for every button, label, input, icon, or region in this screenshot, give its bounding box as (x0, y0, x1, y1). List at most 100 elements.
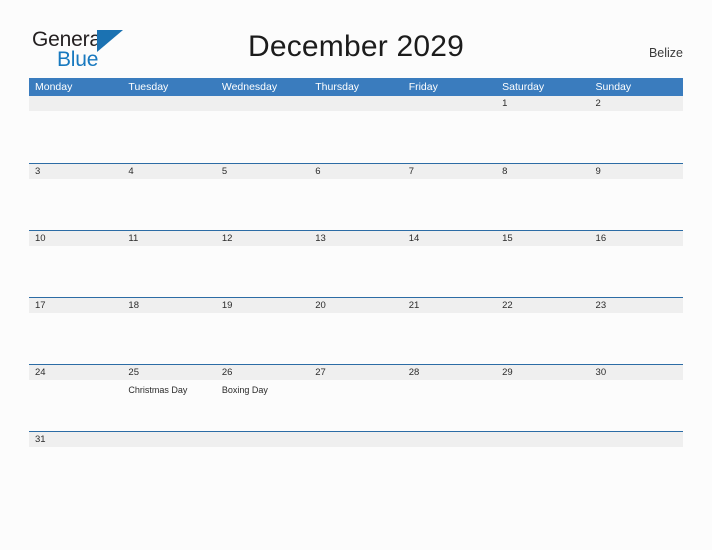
day-event-label: Boxing Day (221, 385, 268, 395)
day-number: 25 (128, 367, 139, 378)
calendar-day-cell[interactable]: 7 (403, 164, 496, 179)
calendar-day-cell[interactable]: 22 (496, 298, 589, 313)
calendar-day-cell[interactable]: 16 (590, 231, 683, 246)
calendar-day-cell[interactable] (403, 432, 496, 447)
weekday-header-friday: Friday (408, 81, 438, 93)
page-header: General Blue December 2029 Belize (0, 0, 712, 76)
calendar-day-cell[interactable]: 21 (403, 298, 496, 313)
calendar-day-cell[interactable]: 24 (29, 365, 122, 398)
day-number: 7 (408, 166, 414, 177)
day-number (596, 432, 683, 447)
calendar-day-cell[interactable]: 12 (216, 231, 309, 246)
calendar-day-cell[interactable]: 31 (29, 432, 122, 447)
calendar-day-cell[interactable] (29, 96, 122, 111)
page-title: December 2029 (247, 30, 465, 63)
day-number (502, 432, 589, 447)
calendar-day-cell[interactable]: 1 (496, 96, 589, 111)
calendar-day-cell[interactable]: 13 (309, 231, 402, 246)
day-number (128, 96, 215, 111)
day-number (315, 96, 402, 111)
calendar-day-cell[interactable]: 8 (496, 164, 589, 179)
day-number (222, 432, 309, 447)
day-number: 2 (595, 98, 601, 109)
region-label: Belize (648, 46, 683, 60)
calendar-day-cell[interactable]: 11 (122, 231, 215, 246)
day-number (128, 432, 215, 447)
day-number (409, 96, 496, 111)
calendar-week-row: 24 25 Christmas Day 26 Boxing Day 27 28 … (29, 364, 683, 431)
weekday-header-saturday: Saturday (502, 81, 545, 93)
day-number: 1 (502, 98, 508, 109)
day-number (315, 432, 402, 447)
day-number: 31 (35, 434, 46, 445)
calendar-day-cell[interactable]: 23 (590, 298, 683, 313)
calendar-day-cell[interactable] (122, 96, 215, 111)
calendar-day-cell[interactable]: 9 (590, 164, 683, 179)
calendar-day-cell[interactable]: 20 (309, 298, 402, 313)
day-number: 28 (408, 367, 420, 378)
calendar-day-cell[interactable]: 30 (590, 365, 683, 398)
day-number: 9 (595, 166, 601, 177)
day-number: 27 (315, 367, 326, 378)
weekday-header-monday: Monday (35, 81, 73, 93)
day-number: 4 (128, 166, 134, 177)
calendar-day-cell[interactable] (216, 432, 309, 447)
day-number: 26 (221, 367, 233, 378)
day-number: 15 (502, 233, 513, 244)
day-number: 18 (128, 300, 139, 311)
day-number: 17 (35, 300, 46, 311)
calendar-day-cell[interactable] (309, 432, 402, 447)
calendar-grid: Monday Tuesday Wednesday Thursday Friday… (29, 78, 683, 498)
weekday-header-wednesday: Wednesday (221, 81, 278, 93)
calendar-day-cell[interactable]: 18 (122, 298, 215, 313)
calendar-day-cell[interactable]: 5 (216, 164, 309, 179)
calendar-day-cell[interactable]: 17 (29, 298, 122, 313)
calendar-week-row: 3 4 5 6 7 8 9 (29, 163, 683, 230)
calendar-day-cell[interactable]: 14 (403, 231, 496, 246)
calendar-week-row: 1 2 (29, 96, 683, 163)
calendar-day-cell[interactable] (590, 432, 683, 447)
weekday-header-row: Monday Tuesday Wednesday Thursday Friday… (29, 78, 683, 96)
calendar-day-cell[interactable]: 6 (309, 164, 402, 179)
calendar-day-cell[interactable] (122, 432, 215, 447)
calendar-day-cell[interactable] (496, 432, 589, 447)
calendar-day-cell[interactable]: 3 (29, 164, 122, 179)
calendar-day-cell[interactable] (403, 96, 496, 111)
day-number (35, 96, 122, 111)
day-number: 12 (221, 233, 233, 244)
weekday-header-sunday: Sunday (595, 81, 632, 93)
day-number: 19 (221, 300, 233, 311)
day-number: 23 (595, 300, 607, 311)
calendar-day-cell[interactable]: 28 (403, 365, 496, 398)
day-number: 30 (595, 367, 607, 378)
calendar-day-cell[interactable]: 26 Boxing Day (216, 365, 309, 398)
calendar-day-cell[interactable] (216, 96, 309, 111)
day-number: 6 (315, 166, 321, 177)
calendar-day-cell[interactable]: 2 (590, 96, 683, 111)
day-number: 29 (502, 367, 513, 378)
day-number: 22 (502, 300, 513, 311)
day-number: 20 (315, 300, 326, 311)
calendar-day-cell[interactable]: 10 (29, 231, 122, 246)
day-event-label: Christmas Day (128, 385, 188, 395)
day-number: 3 (35, 166, 41, 177)
day-number: 13 (315, 233, 326, 244)
day-number: 8 (502, 166, 508, 177)
day-number: 10 (35, 233, 46, 244)
weekday-header-thursday: Thursday (315, 81, 360, 93)
calendar-day-cell[interactable]: 25 Christmas Day (122, 365, 215, 398)
day-number (222, 96, 309, 111)
calendar-week-row: 10 11 12 13 14 15 16 (29, 230, 683, 297)
calendar-week-row: 31 (29, 431, 683, 498)
calendar-day-cell[interactable]: 15 (496, 231, 589, 246)
calendar-week-row: 17 18 19 20 21 22 23 (29, 297, 683, 364)
day-number (409, 432, 496, 447)
calendar-day-cell[interactable]: 29 (496, 365, 589, 398)
calendar-day-cell[interactable] (309, 96, 402, 111)
calendar-day-cell[interactable]: 27 (309, 365, 402, 398)
weekday-header-tuesday: Tuesday (128, 81, 169, 93)
calendar-day-cell[interactable]: 19 (216, 298, 309, 313)
day-number: 5 (221, 166, 228, 177)
calendar-day-cell[interactable]: 4 (122, 164, 215, 179)
day-number: 11 (128, 233, 139, 244)
